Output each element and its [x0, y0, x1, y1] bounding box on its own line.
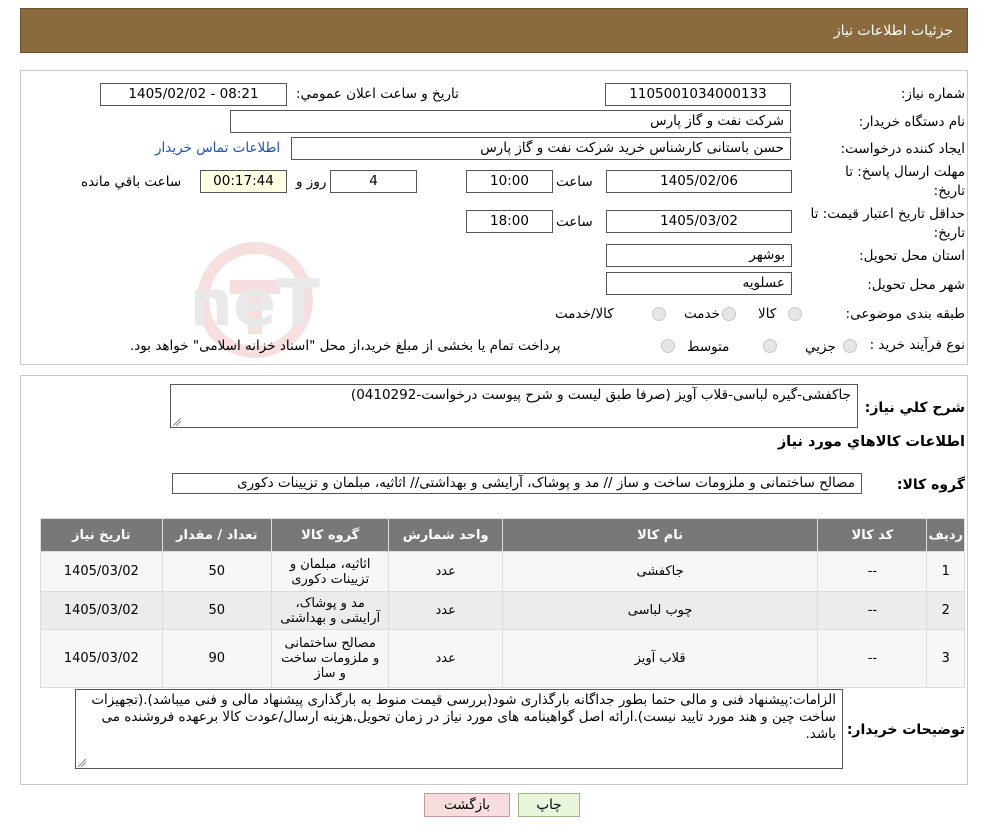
buyer-contact-link[interactable]: اطلاعات تماس خریدار: [155, 140, 280, 156]
cell-row: 1: [926, 551, 965, 592]
page-title: جزئیات اطلاعات نیاز: [833, 23, 953, 39]
cell-qty: 50: [161, 551, 272, 592]
remaining-label: ساعت باقي مانده: [81, 174, 182, 190]
category-label: طبقه بندی موضوعی:: [845, 306, 965, 322]
process-option-medium: متوسط: [687, 339, 730, 355]
buyer-notes-label: توضیحات خریدار:: [846, 722, 965, 738]
category-radio-service[interactable]: [722, 307, 736, 321]
city-field: عسلویه: [606, 272, 792, 295]
table-row: 2 -- چوب لباسی عدد مد و پوشاک، آرایشی و …: [40, 591, 965, 630]
category-option-service: خدمت: [684, 306, 720, 322]
cell-qty: 90: [161, 629, 272, 688]
cell-row: 2: [926, 591, 965, 630]
announce-field: 1405/02/02 - 08:21: [100, 83, 287, 106]
category-option-goods-service: کالا/خدمت: [555, 306, 614, 322]
cell-group: اثاثیه، مبلمان و تزیینات دکوری: [270, 551, 390, 592]
cell-qty: 50: [161, 591, 272, 630]
resize-handle-icon[interactable]: [173, 418, 181, 426]
col-header-code: کد کالا: [817, 518, 928, 552]
print-button[interactable]: چاپ: [518, 793, 580, 817]
cell-group: مد و پوشاک، آرایشی و بهداشتی: [270, 591, 390, 630]
deadline-date-field: 1405/02/06: [606, 170, 792, 193]
cell-code: --: [817, 591, 928, 630]
col-header-unit: واحد شمارش: [388, 518, 503, 552]
buyer-org-label: نام دستگاه خریدار:: [858, 114, 965, 130]
buyer-notes-field: الزامات:پیشنهاد فنی و مالی حتما بطور جدا…: [75, 689, 843, 769]
process-radio-minor[interactable]: [843, 339, 857, 353]
description-field: جاکفشی-گیره لباسی-قلاب آویز (صرفا طبق لی…: [170, 384, 858, 428]
buyer-org-field: شرکت نفت و گاز پارس: [230, 110, 791, 133]
resize-handle-icon[interactable]: [78, 759, 86, 767]
deadline-label-2: تاریخ:: [933, 183, 965, 199]
cell-date: 1405/03/02: [40, 629, 163, 688]
process-note: پرداخت تمام یا بخشی از مبلغ خرید،از محل …: [130, 338, 561, 354]
validity-label-2: تاریخ:: [933, 225, 965, 241]
city-label: شهر محل تحویل:: [867, 277, 965, 293]
items-table: ردیف کد کالا نام کالا واحد شمارش گروه کا…: [40, 518, 965, 688]
validity-time-field: 18:00: [466, 210, 553, 233]
description-label: شرح کلي نیاز:: [864, 400, 965, 416]
deadline-time-label: ساعت: [556, 174, 593, 190]
process-label: نوع فرآیند خرید :: [869, 337, 965, 353]
goods-info-title: اطلاعات کالاهاي مورد نیاز: [777, 434, 965, 450]
validity-label-1: حداقل تاریخ اعتبار قیمت: تا: [810, 206, 965, 222]
need-number-field: 1105001034000133: [605, 83, 791, 106]
table-row: 1 -- جاکفشی عدد اثاثیه، مبلمان و تزیینات…: [40, 551, 965, 592]
back-button[interactable]: بازگشت: [424, 793, 510, 817]
process-radio-treasury[interactable]: [661, 339, 675, 353]
province-label: استان محل تحویل:: [859, 248, 965, 264]
cell-name: چوب لباسی: [501, 591, 819, 630]
col-header-group: گروه کالا: [270, 518, 390, 552]
validity-date-field: 1405/03/02: [606, 210, 792, 233]
col-header-qty: تعداد / مقدار: [161, 518, 272, 552]
category-radio-goods[interactable]: [788, 307, 802, 321]
cell-date: 1405/03/02: [40, 591, 163, 630]
category-radio-goods-service[interactable]: [652, 307, 666, 321]
province-field: بوشهر: [606, 244, 792, 267]
need-number-label: شماره نیاز:: [900, 86, 965, 102]
deadline-time-field: 10:00: [466, 170, 553, 193]
cell-unit: عدد: [388, 551, 503, 592]
validity-time-label: ساعت: [556, 214, 593, 230]
table-header-row: ردیف کد کالا نام کالا واحد شمارش گروه کا…: [40, 518, 965, 552]
announce-label: تاریخ و ساعت اعلان عمومي:: [296, 86, 459, 102]
process-radio-medium[interactable]: [763, 339, 777, 353]
buyer-notes-text: الزامات:پیشنهاد فنی و مالی حتما بطور جدا…: [91, 692, 836, 742]
col-header-name: نام کالا: [501, 518, 819, 552]
category-option-goods: کالا: [758, 306, 777, 322]
cell-row: 3: [926, 629, 965, 688]
table-row: 3 -- قلاب آویز عدد مصالح ساختمانی و ملزو…: [40, 629, 965, 688]
days-label: روز و: [296, 174, 327, 190]
cell-unit: عدد: [388, 629, 503, 688]
cell-code: --: [817, 629, 928, 688]
remaining-time-field: 00:17:44: [200, 170, 287, 193]
requester-label: ایجاد کننده درخواست:: [840, 141, 965, 157]
cell-date: 1405/03/02: [40, 551, 163, 592]
cell-unit: عدد: [388, 591, 503, 630]
days-field: 4: [330, 170, 417, 193]
col-header-date: تاریخ نیاز: [40, 518, 163, 552]
page-header: جزئیات اطلاعات نیاز: [20, 8, 968, 53]
goods-group-label: گروه کالا:: [896, 477, 965, 493]
cell-name: قلاب آویز: [501, 629, 819, 688]
requester-field: حسن باستانی کارشناس خرید شرکت نفت و گاز …: [291, 137, 791, 160]
cell-code: --: [817, 551, 928, 592]
col-header-row: ردیف: [926, 518, 965, 552]
cell-group: مصالح ساختمانی و ملزومات ساخت و ساز: [270, 629, 390, 688]
cell-name: جاکفشی: [501, 551, 819, 592]
description-text: جاکفشی-گیره لباسی-قلاب آویز (صرفا طبق لی…: [350, 387, 851, 403]
process-option-minor: جزیي: [805, 339, 836, 355]
goods-group-field: مصالح ساختمانی و ملزومات ساخت و ساز // م…: [172, 473, 862, 494]
deadline-label-1: مهلت ارسال پاسخ: تا: [845, 164, 965, 180]
